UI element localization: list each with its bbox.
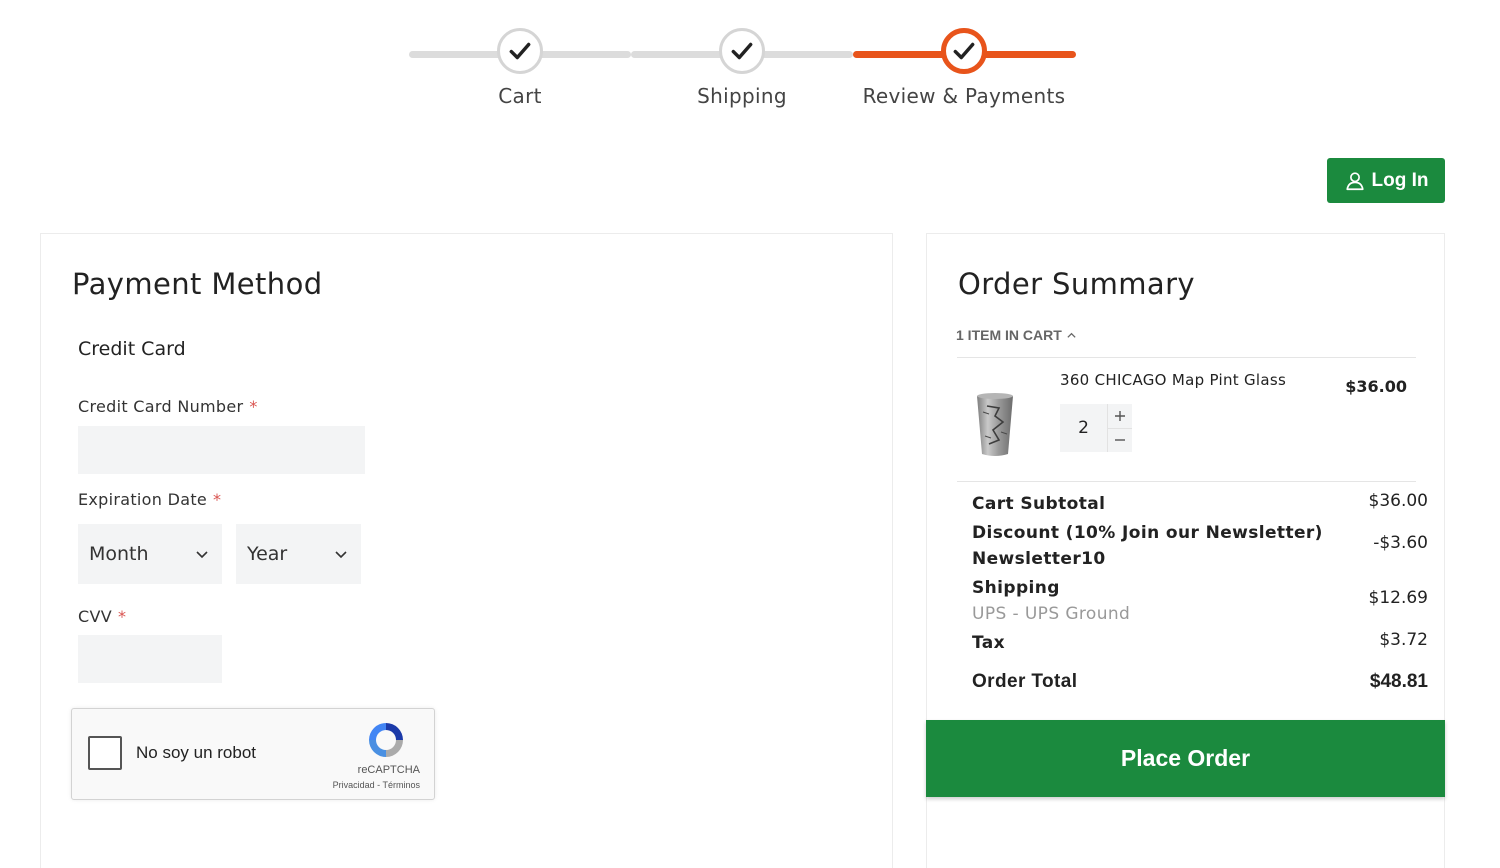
step-cart-indicator[interactable] bbox=[497, 28, 543, 74]
place-order-button[interactable]: Place Order bbox=[926, 720, 1445, 797]
checkmark-icon bbox=[953, 42, 975, 60]
quantity-value[interactable]: 2 bbox=[1060, 404, 1107, 452]
recaptcha-logo-icon bbox=[369, 723, 403, 757]
tax-value: $3.72 bbox=[1379, 630, 1428, 650]
order-total-row: Order Total $48.81 bbox=[972, 669, 1428, 695]
order-summary-panel: Order Summary 1 ITEM IN CART 360 CHICAGO… bbox=[926, 233, 1445, 868]
payment-method-panel: Payment Method Credit Card Credit Card N… bbox=[40, 233, 893, 868]
step-shipping-indicator[interactable] bbox=[719, 28, 765, 74]
shipping-method: UPS - UPS Ground bbox=[972, 604, 1131, 624]
expiration-label: Expiration Date * bbox=[78, 490, 221, 509]
required-mark: * bbox=[213, 490, 222, 509]
month-select-value: Month bbox=[89, 543, 149, 565]
product-name[interactable]: 360 CHICAGO Map Pint Glass bbox=[1060, 371, 1286, 389]
product-thumbnail[interactable] bbox=[975, 392, 1015, 458]
expiration-label-text: Expiration Date bbox=[78, 490, 208, 509]
product-price: $36.00 bbox=[1345, 377, 1407, 396]
plus-icon bbox=[1115, 410, 1125, 421]
summary-divider bbox=[957, 357, 1416, 358]
order-summary-title: Order Summary bbox=[958, 267, 1195, 301]
chevron-down-icon bbox=[196, 551, 208, 559]
items-in-cart-label: 1 ITEM IN CART bbox=[956, 327, 1062, 343]
discount-value: -$3.60 bbox=[1373, 533, 1428, 553]
minus-icon bbox=[1115, 439, 1125, 441]
shipping-row: Shipping UPS - UPS Ground $12.69 bbox=[972, 575, 1428, 627]
recaptcha-brand: reCAPTCHA bbox=[357, 764, 420, 776]
recaptcha-widget: No soy un robot reCAPTCHA Privacidad - T… bbox=[71, 708, 435, 800]
year-select-value: Year bbox=[247, 543, 288, 565]
increment-button[interactable] bbox=[1108, 404, 1132, 429]
step-label-review: Review & Payments bbox=[862, 84, 1066, 108]
items-in-cart-toggle[interactable]: 1 ITEM IN CART bbox=[956, 327, 1077, 343]
login-label: Log In bbox=[1371, 169, 1429, 191]
recaptcha-links[interactable]: Privacidad - Términos bbox=[333, 780, 420, 790]
summary-divider bbox=[957, 481, 1416, 482]
tax-label: Tax bbox=[972, 633, 1006, 653]
tax-row: Tax $3.72 bbox=[972, 630, 1428, 656]
cvv-label-text: CVV bbox=[78, 607, 112, 626]
user-icon bbox=[1345, 171, 1364, 190]
required-mark: * bbox=[117, 607, 127, 626]
required-mark: * bbox=[249, 397, 258, 416]
cvv-label: CVV * bbox=[78, 607, 126, 626]
payment-method-title: Payment Method bbox=[72, 267, 323, 301]
chevron-down-icon bbox=[335, 551, 347, 559]
subtotal-value: $36.00 bbox=[1368, 491, 1428, 511]
checkmark-icon bbox=[509, 42, 531, 60]
shipping-value: $12.69 bbox=[1368, 588, 1428, 608]
card-number-label-text: Credit Card Number bbox=[78, 397, 244, 416]
checkmark-icon bbox=[731, 42, 753, 60]
card-number-label: Credit Card Number * bbox=[78, 397, 258, 416]
subtotal-label: Cart Subtotal bbox=[972, 494, 1106, 514]
cvv-input[interactable] bbox=[78, 635, 222, 683]
login-button[interactable]: Log In bbox=[1327, 158, 1445, 203]
expiration-month-select[interactable]: Month bbox=[78, 524, 222, 584]
shipping-label: Shipping bbox=[972, 578, 1060, 598]
quantity-stepper: 2 bbox=[1060, 404, 1132, 452]
expiration-year-select[interactable]: Year bbox=[236, 524, 361, 584]
subtotal-row: Cart Subtotal $36.00 bbox=[972, 491, 1428, 517]
step-label-cart[interactable]: Cart bbox=[498, 84, 542, 108]
card-number-input[interactable] bbox=[78, 426, 365, 474]
recaptcha-checkbox[interactable] bbox=[88, 736, 122, 770]
discount-code: Newsletter10 bbox=[972, 549, 1106, 569]
decrement-button[interactable] bbox=[1108, 429, 1132, 453]
step-label-shipping[interactable]: Shipping bbox=[697, 84, 787, 108]
recaptcha-label: No soy un robot bbox=[136, 743, 257, 762]
payment-method-label: Credit Card bbox=[78, 338, 186, 360]
quantity-buttons bbox=[1107, 404, 1132, 452]
step-review-indicator bbox=[941, 28, 987, 74]
discount-row: Discount (10% Join our Newsletter) Newsl… bbox=[972, 520, 1428, 572]
order-total-value: $48.81 bbox=[1369, 671, 1428, 692]
order-total-label: Order Total bbox=[972, 671, 1078, 692]
chevron-up-icon bbox=[1067, 332, 1076, 338]
discount-label: Discount (10% Join our Newsletter) bbox=[972, 523, 1323, 543]
checkout-progress: Cart Shipping Review & Payments bbox=[0, 0, 1500, 130]
